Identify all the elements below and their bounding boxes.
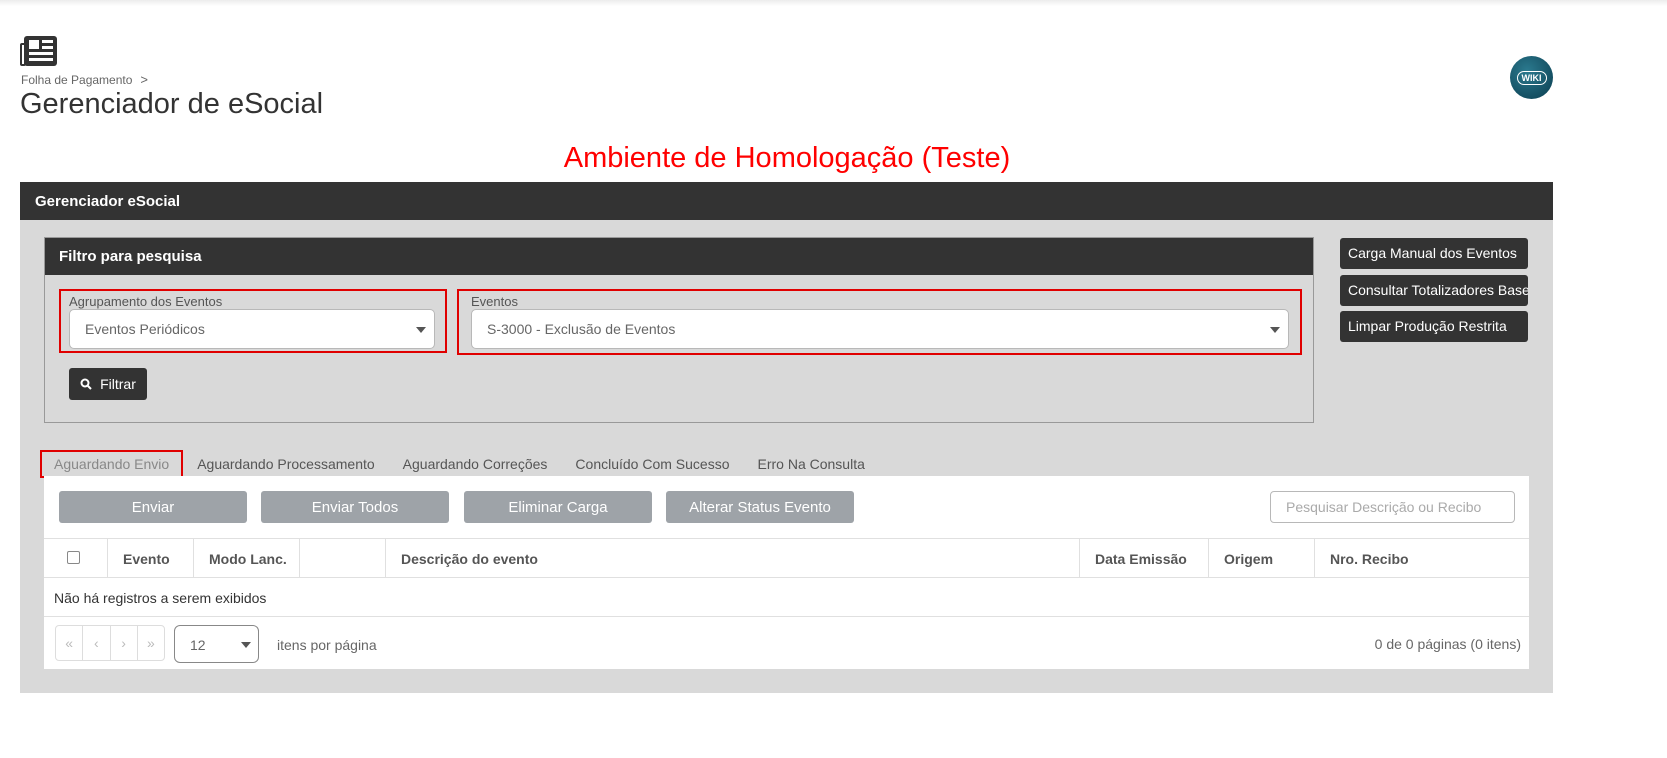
- last-page-icon[interactable]: »: [138, 626, 164, 660]
- col-evento[interactable]: Evento: [108, 539, 194, 577]
- wiki-button[interactable]: WIKI: [1510, 56, 1553, 99]
- grid-header: Evento Modo Lanc. Descrição do evento Da…: [44, 539, 1529, 578]
- filter-button-label: Filtrar: [100, 376, 136, 392]
- col-blank: [300, 539, 386, 577]
- filter-panel: Filtro para pesquisa Agrupamento dos Eve…: [44, 237, 1314, 423]
- pager-row: « ‹ › » 12 itens por página 0 de 0 págin…: [44, 617, 1529, 671]
- change-status-button[interactable]: Alterar Status Evento: [666, 491, 854, 523]
- filter-title: Filtro para pesquisa: [45, 238, 1313, 275]
- send-all-button[interactable]: Enviar Todos: [261, 491, 449, 523]
- prev-page-icon[interactable]: ‹: [83, 626, 111, 660]
- manual-load-button[interactable]: Carga Manual dos Eventos: [1340, 238, 1528, 269]
- tab-content: Enviar Enviar Todos Eliminar Carga Alter…: [44, 476, 1529, 669]
- grouping-select[interactable]: Eventos Periódicos: [69, 309, 435, 349]
- events-value: S-3000 - Exclusão de Eventos: [487, 321, 676, 337]
- page-size-value: 12: [190, 637, 206, 653]
- breadcrumb: Folha de Pagamento >: [21, 72, 148, 87]
- page-info: 0 de 0 páginas (0 itens): [1374, 636, 1521, 652]
- tab-aguardando-envio[interactable]: Aguardando Envio: [40, 450, 184, 478]
- col-origem[interactable]: Origem: [1209, 539, 1315, 577]
- tab-concluido[interactable]: Concluído Com Sucesso: [561, 450, 743, 478]
- breadcrumb-link[interactable]: Folha de Pagamento: [21, 73, 132, 87]
- filter-button[interactable]: Filtrar: [69, 368, 147, 400]
- newspaper-icon: [20, 36, 57, 66]
- per-page-label: itens por página: [277, 637, 377, 653]
- delete-load-button[interactable]: Eliminar Carga: [464, 491, 652, 523]
- tab-aguardando-correcoes[interactable]: Aguardando Correções: [389, 450, 562, 478]
- caret-down-icon: [416, 327, 426, 333]
- page-size-select[interactable]: 12: [174, 625, 259, 663]
- col-descricao[interactable]: Descrição do evento: [386, 539, 1080, 577]
- first-page-icon[interactable]: «: [56, 626, 84, 660]
- totalizers-button[interactable]: Consultar Totalizadores Base: [1340, 275, 1528, 306]
- tab-erro-consulta[interactable]: Erro Na Consulta: [744, 450, 879, 478]
- clear-restricted-button[interactable]: Limpar Produção Restrita: [1340, 311, 1528, 342]
- empty-message: Não há registros a serem exibidos: [44, 578, 1529, 617]
- page-title: Gerenciador de eSocial: [20, 88, 324, 120]
- events-grid: Evento Modo Lanc. Descrição do evento Da…: [44, 538, 1529, 671]
- select-all-cell: [44, 539, 108, 577]
- caret-down-icon: [241, 642, 251, 648]
- events-label: Eventos: [471, 294, 518, 309]
- panel-title: Gerenciador eSocial: [20, 182, 1553, 220]
- status-tabs: Aguardando Envio Aguardando Processament…: [40, 450, 879, 478]
- pager: « ‹ › »: [55, 625, 165, 661]
- chevron-right-icon: >: [140, 72, 149, 87]
- search-icon: [80, 378, 92, 390]
- grouping-label: Agrupamento dos Eventos: [69, 294, 223, 309]
- grouping-value: Eventos Periódicos: [85, 321, 205, 337]
- search-input[interactable]: [1270, 491, 1515, 523]
- select-all-checkbox[interactable]: [67, 551, 80, 564]
- col-data-emissao[interactable]: Data Emissão: [1080, 539, 1209, 577]
- tab-aguardando-processamento[interactable]: Aguardando Processamento: [183, 450, 388, 478]
- send-button[interactable]: Enviar: [59, 491, 247, 523]
- environment-banner: Ambiente de Homologação (Teste): [563, 142, 1011, 174]
- esocial-panel: Gerenciador eSocial Filtro para pesquisa…: [20, 182, 1553, 693]
- col-modo-lanc[interactable]: Modo Lanc.: [194, 539, 300, 577]
- events-select[interactable]: S-3000 - Exclusão de Eventos: [471, 309, 1289, 349]
- next-page-icon[interactable]: ›: [111, 626, 138, 660]
- top-shadow: [0, 0, 1667, 6]
- caret-down-icon: [1270, 327, 1280, 333]
- col-nro-recibo[interactable]: Nro. Recibo: [1315, 539, 1529, 577]
- wiki-label: WIKI: [1516, 70, 1547, 85]
